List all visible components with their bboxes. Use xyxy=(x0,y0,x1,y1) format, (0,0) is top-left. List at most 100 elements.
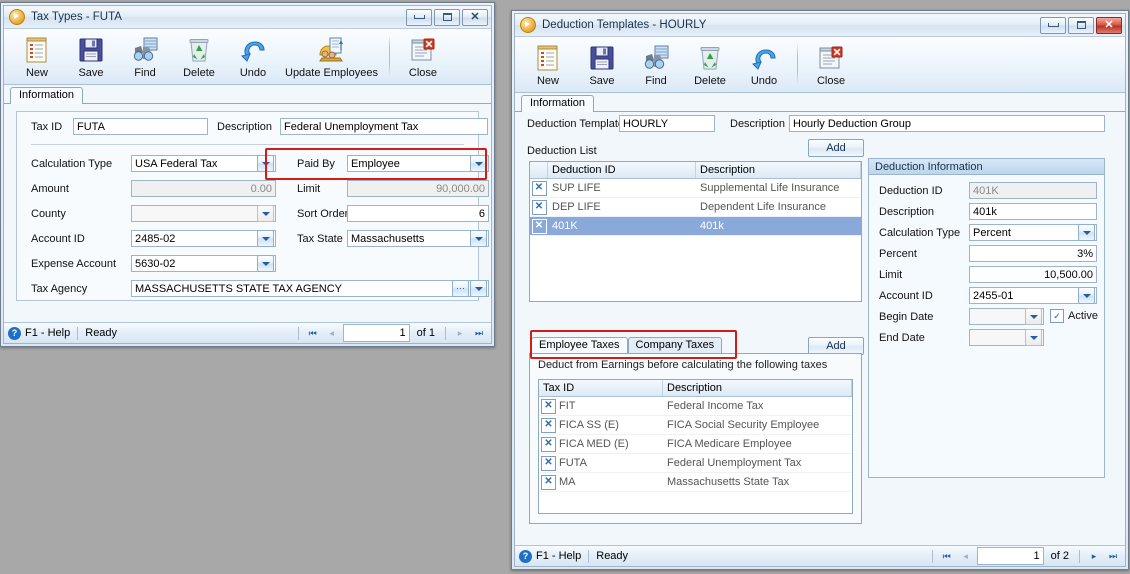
previous-record-button[interactable]: ◂ xyxy=(324,326,340,341)
delete-row-icon[interactable]: ✕ xyxy=(541,455,556,471)
tax-agency-select[interactable]: MASSACHUSETTS STATE TAX AGENCY ⋯ xyxy=(131,280,489,297)
tab-information[interactable]: Information xyxy=(10,87,84,104)
ded-calculation-type-select[interactable]: Percent xyxy=(969,224,1097,241)
delete-row-icon[interactable]: ✕ xyxy=(541,474,556,490)
toolbar-delete-button[interactable]: Delete xyxy=(683,41,737,87)
ded-id-input[interactable]: 401K xyxy=(969,182,1097,199)
chevron-down-icon[interactable] xyxy=(257,155,274,172)
calendar-dropdown-icon[interactable] xyxy=(1025,308,1042,325)
chevron-down-icon[interactable] xyxy=(1078,224,1095,241)
chevron-down-icon[interactable] xyxy=(257,230,274,247)
help-hint[interactable]: ? F1 - Help xyxy=(8,326,70,340)
deduction-list-grid[interactable]: Deduction ID Description ✕ SUP LIFE Supp… xyxy=(529,161,862,302)
expense-account-select[interactable]: 5630-02 xyxy=(131,255,276,272)
toolbar-undo-button[interactable]: Undo xyxy=(226,33,280,79)
description-input[interactable]: Federal Unemployment Tax xyxy=(280,118,488,135)
toolbar-find-button[interactable]: Find xyxy=(118,33,172,79)
active-checkbox-group[interactable]: ✓ Active xyxy=(1050,309,1098,323)
delete-row-icon[interactable]: ✕ xyxy=(531,218,547,234)
update-employees-icon xyxy=(316,35,346,65)
minimize-button[interactable] xyxy=(1040,16,1066,34)
help-hint[interactable]: ? F1 - Help xyxy=(519,549,582,563)
table-row[interactable]: ✕ 401K 401k xyxy=(530,217,861,236)
toolbar-close-button[interactable]: Close xyxy=(804,41,858,87)
restore-button[interactable] xyxy=(1068,16,1094,34)
close-button[interactable]: ✕ xyxy=(1096,16,1122,34)
chevron-down-icon[interactable] xyxy=(257,255,274,272)
deduction-description-input[interactable]: Hourly Deduction Group xyxy=(789,115,1105,132)
restore-button[interactable] xyxy=(434,8,460,26)
active-checkbox[interactable]: ✓ xyxy=(1050,309,1064,323)
next-record-button[interactable]: ▸ xyxy=(1086,549,1102,564)
taxes-row-description: FICA Social Security Employee xyxy=(667,419,820,431)
toolbar-save-button[interactable]: Save xyxy=(575,41,629,87)
table-row[interactable]: ✕ FIT Federal Income Tax xyxy=(539,397,852,416)
chevron-down-icon[interactable] xyxy=(470,280,487,297)
tax-types-titlebar[interactable]: Tax Types - FUTA ✕ xyxy=(4,6,491,29)
taxes-row-description: Massachusetts State Tax xyxy=(667,476,790,488)
deduction-templates-window[interactable]: Deduction Templates - HOURLY ✕ New Save … xyxy=(511,10,1129,570)
chevron-down-icon[interactable] xyxy=(470,155,487,172)
toolbar-update-employees-button[interactable]: Update Employees xyxy=(280,33,383,79)
close-button[interactable]: ✕ xyxy=(462,8,488,26)
subtab-company-taxes[interactable]: Company Taxes xyxy=(627,337,723,354)
record-number-input[interactable]: 1 xyxy=(342,324,410,342)
toolbar-delete-button[interactable]: Delete xyxy=(172,33,226,79)
delete-row-icon[interactable]: ✕ xyxy=(541,398,556,414)
deduction-templates-titlebar[interactable]: Deduction Templates - HOURLY ✕ xyxy=(515,14,1125,37)
paid-by-select[interactable]: Employee xyxy=(347,155,489,172)
ded-end-date-picker[interactable] xyxy=(969,329,1044,346)
ded-description-input[interactable]: 401k xyxy=(969,203,1097,220)
tab-information[interactable]: Information xyxy=(521,95,595,112)
ellipsis-icon[interactable]: ⋯ xyxy=(452,280,469,297)
toolbar-undo-button[interactable]: Undo xyxy=(737,41,791,87)
subtab-employee-taxes[interactable]: Employee Taxes xyxy=(531,337,628,354)
amount-input[interactable]: 0.00 xyxy=(131,180,276,197)
last-record-button[interactable]: ⏭ xyxy=(1105,549,1121,564)
tax-state-select[interactable]: Massachusetts xyxy=(347,230,489,247)
description-label: Description xyxy=(217,121,273,133)
sort-order-input[interactable]: 6 xyxy=(347,205,489,222)
toolbar-new-button[interactable]: New xyxy=(10,33,64,79)
deduction-list-add-button[interactable]: Add xyxy=(808,139,864,157)
table-row[interactable]: ✕ FICA MED (E) FICA Medicare Employee xyxy=(539,435,852,454)
table-row[interactable]: ✕ FUTA Federal Unemployment Tax xyxy=(539,454,852,473)
help-label: F1 - Help xyxy=(536,550,582,562)
deduction-template-input[interactable]: HOURLY xyxy=(619,115,715,132)
table-row[interactable]: ✕ FICA SS (E) FICA Social Security Emplo… xyxy=(539,416,852,435)
table-row[interactable]: ✕ DEP LIFE Dependent Life Insurance xyxy=(530,198,861,217)
delete-row-icon[interactable]: ✕ xyxy=(541,417,556,433)
limit-input[interactable]: 90,000.00 xyxy=(347,180,489,197)
ded-account-id-select[interactable]: 2455-01 xyxy=(969,287,1097,304)
county-select[interactable] xyxy=(131,205,276,222)
previous-record-button[interactable]: ◂ xyxy=(958,549,974,564)
calendar-dropdown-icon[interactable] xyxy=(1025,329,1042,346)
toolbar-save-button[interactable]: Save xyxy=(64,33,118,79)
ded-percent-input[interactable]: 3% xyxy=(969,245,1097,262)
toolbar-find-button[interactable]: Find xyxy=(629,41,683,87)
delete-row-icon[interactable]: ✕ xyxy=(541,436,556,452)
delete-row-icon[interactable]: ✕ xyxy=(531,199,547,215)
last-record-button[interactable]: ⏭ xyxy=(471,326,487,341)
table-row[interactable]: ✕ MA Massachusetts State Tax xyxy=(539,473,852,492)
minimize-button[interactable] xyxy=(406,8,432,26)
toolbar-close-button[interactable]: Close xyxy=(396,33,450,79)
calculation-type-select[interactable]: USA Federal Tax xyxy=(131,155,276,172)
account-id-select[interactable]: 2485-02 xyxy=(131,230,276,247)
employee-taxes-grid[interactable]: Tax ID Description ✕ FIT Federal Income … xyxy=(538,379,853,514)
chevron-down-icon[interactable] xyxy=(470,230,487,247)
toolbar-new-button[interactable]: New xyxy=(521,41,575,87)
first-record-button[interactable]: ⏮ xyxy=(939,549,955,564)
record-number-input[interactable]: 1 xyxy=(976,547,1044,565)
ded-begin-date-picker[interactable] xyxy=(969,308,1044,325)
ded-limit-input[interactable]: 10,500.00 xyxy=(969,266,1097,283)
tax-id-input[interactable]: FUTA xyxy=(73,118,208,135)
paid-by-value: Employee xyxy=(351,157,400,170)
chevron-down-icon[interactable] xyxy=(1078,287,1095,304)
delete-row-icon[interactable]: ✕ xyxy=(531,180,547,196)
table-row[interactable]: ✕ SUP LIFE Supplemental Life Insurance xyxy=(530,179,861,198)
chevron-down-icon[interactable] xyxy=(257,205,274,222)
tax-types-window[interactable]: Tax Types - FUTA ✕ New Save Find Delete … xyxy=(0,2,495,347)
first-record-button[interactable]: ⏮ xyxy=(305,326,321,341)
next-record-button[interactable]: ▸ xyxy=(452,326,468,341)
